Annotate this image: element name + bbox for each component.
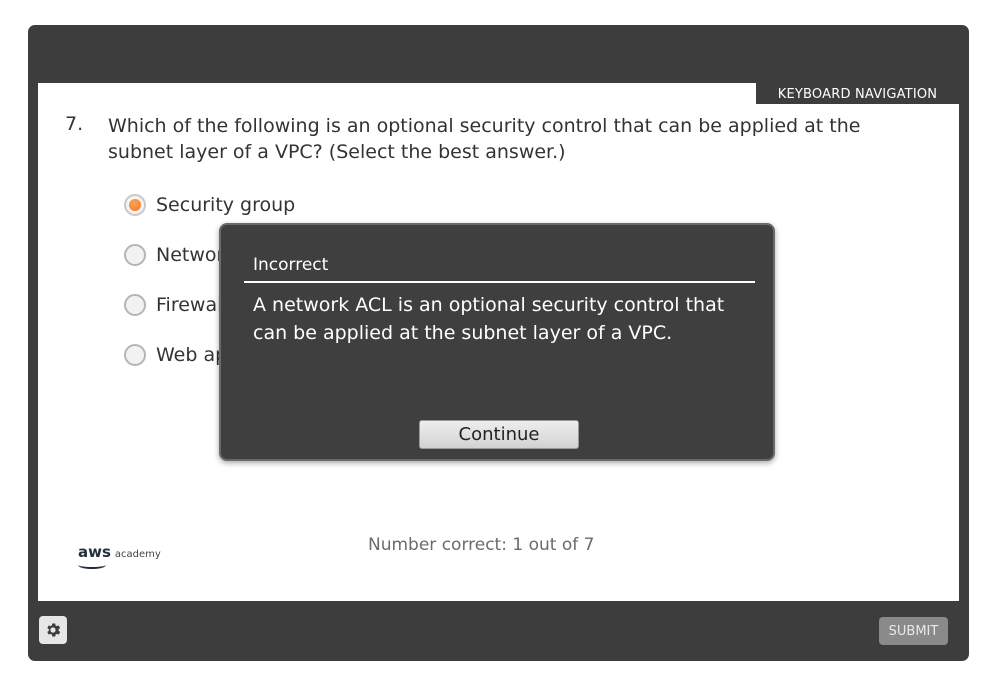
radio-dot bbox=[129, 199, 141, 211]
option-security-group[interactable]: Security group bbox=[124, 194, 295, 216]
radio-unselected[interactable] bbox=[124, 244, 146, 266]
dialog-message: A network ACL is an optional security co… bbox=[253, 294, 725, 344]
keyboard-navigation-button[interactable]: KEYBOARD NAVIGATION bbox=[756, 83, 959, 104]
option-label: Firewall bbox=[156, 294, 228, 316]
question-text: Which of the following is an optional se… bbox=[108, 115, 861, 163]
radio-unselected[interactable] bbox=[124, 294, 146, 316]
radio-selected[interactable] bbox=[124, 194, 146, 216]
gear-icon bbox=[47, 623, 61, 637]
option-firewall[interactable]: Firewall bbox=[124, 294, 228, 316]
continue-button[interactable]: Continue bbox=[419, 420, 579, 449]
aws-academy-logo: aws academy bbox=[78, 543, 161, 569]
logo-sub: academy bbox=[114, 549, 161, 560]
score-text: Number correct: 1 out of 7 bbox=[368, 535, 595, 555]
feedback-dialog: Incorrect A network ACL is an optional s… bbox=[219, 223, 775, 461]
question-number: 7. bbox=[65, 113, 84, 135]
settings-button[interactable] bbox=[39, 616, 67, 644]
logo-brand: aws bbox=[78, 543, 111, 561]
option-label: Security group bbox=[156, 194, 296, 216]
dialog-divider bbox=[244, 281, 755, 283]
logo-smile bbox=[78, 561, 106, 569]
dialog-title: Incorrect bbox=[253, 255, 329, 275]
radio-unselected[interactable] bbox=[124, 344, 146, 366]
submit-button[interactable]: SUBMIT bbox=[879, 617, 948, 645]
